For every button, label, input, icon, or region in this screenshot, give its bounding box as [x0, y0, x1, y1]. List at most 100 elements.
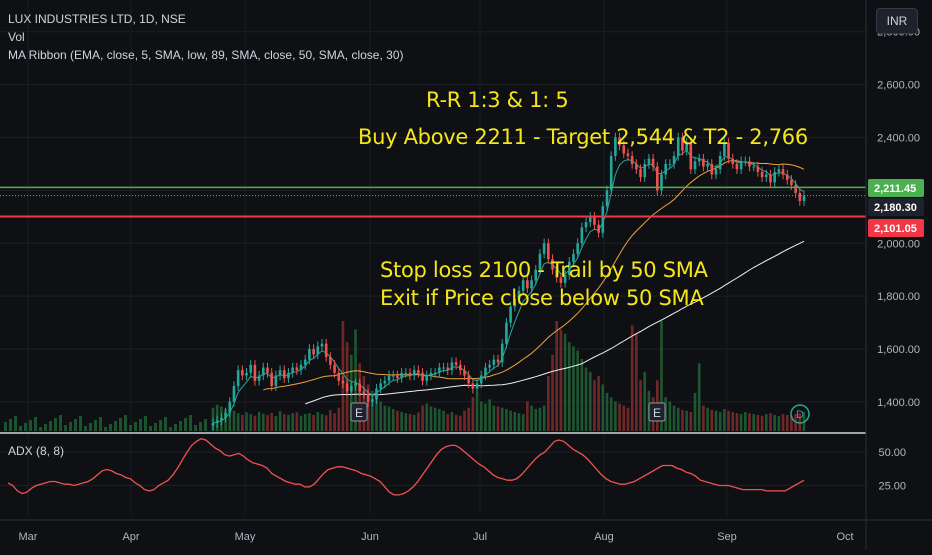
volume-bar	[563, 333, 567, 431]
candle-body	[702, 158, 705, 167]
candle-body	[463, 370, 466, 376]
candle-body	[601, 206, 605, 233]
volume-bar	[149, 426, 152, 431]
candle-body	[790, 179, 793, 186]
candle-body	[693, 161, 697, 170]
candle-body	[270, 372, 273, 387]
volume-bar	[54, 418, 57, 431]
candle-body	[471, 383, 475, 389]
candle-body	[597, 224, 600, 233]
volume-bar	[24, 423, 27, 431]
volume-legend[interactable]: Vol	[8, 28, 404, 46]
time-tick-label: Sep	[717, 531, 737, 543]
candle-body	[484, 367, 487, 376]
candle-body	[752, 166, 756, 168]
volume-bar	[379, 401, 382, 431]
volume-bar	[467, 407, 470, 431]
time-tick-label: Apr	[122, 531, 139, 543]
symbol-title[interactable]: LUX INDUSTRIES LTD, 1D, NSE	[8, 10, 404, 28]
volume-bar	[274, 416, 278, 431]
candle-body	[291, 367, 294, 373]
candle-body	[366, 393, 370, 402]
candle-body	[588, 216, 592, 223]
volume-bar	[614, 401, 617, 431]
volume-bar	[425, 403, 429, 431]
candle-body	[731, 158, 735, 164]
candle-body	[492, 359, 496, 365]
volume-bar	[471, 397, 475, 431]
candle-body	[287, 372, 290, 379]
candle-body	[718, 156, 722, 170]
candle-body	[584, 222, 588, 228]
candle-body	[739, 161, 743, 170]
price-tick-label: 2,400.00	[877, 132, 920, 144]
volume-bar	[89, 423, 92, 431]
candle-body	[308, 349, 311, 360]
candle-body	[375, 388, 378, 400]
candle-body	[668, 163, 672, 165]
volume-bar	[169, 427, 172, 431]
candle-body	[454, 362, 458, 365]
candle-body	[232, 386, 236, 402]
candle-body	[773, 171, 776, 183]
volume-bar	[139, 419, 142, 431]
ma-ribbon-legend[interactable]: MA Ribbon (EMA, close, 5, SMA, low, 89, …	[8, 46, 404, 64]
volume-bar	[236, 413, 240, 431]
candle-body	[777, 169, 781, 172]
volume-bar	[538, 407, 542, 431]
volume-bar	[391, 409, 395, 431]
volume-bar	[521, 414, 525, 431]
adx-legend[interactable]: ADX (8, 8)	[8, 444, 64, 458]
dividend-marker-label: D	[796, 409, 804, 421]
volume-bar	[706, 407, 709, 431]
volume-bar	[261, 413, 265, 431]
candle-body	[329, 356, 332, 365]
price-tick-label: 1,400.00	[877, 397, 920, 409]
volume-bar	[184, 418, 187, 431]
currency-button[interactable]: INR	[876, 8, 918, 34]
candle-body	[379, 383, 382, 389]
candle-body	[215, 420, 219, 424]
volume-bar	[500, 407, 504, 431]
volume-bar	[387, 406, 391, 431]
candle-body	[479, 375, 483, 384]
price-tick-label: 1,800.00	[877, 291, 920, 303]
volume-bar	[39, 427, 42, 431]
candle-body	[714, 169, 718, 175]
volume-bar	[484, 403, 487, 431]
earnings-marker-label: E	[355, 406, 363, 420]
candle-body	[781, 169, 785, 175]
candle-body	[266, 367, 269, 373]
candle-body	[274, 375, 278, 387]
price-tick-label: 2,000.00	[877, 238, 920, 250]
candle-body	[697, 158, 701, 162]
candle-body	[547, 243, 550, 260]
price-tick-label: 1,600.00	[877, 344, 920, 356]
candle-body	[383, 380, 387, 384]
candle-body	[241, 370, 244, 376]
volume-bar	[14, 416, 17, 431]
buy-annotation: Buy Above 2211 - Target 2,544 & T2 - 2,7…	[358, 125, 808, 149]
candle-body	[345, 383, 349, 392]
volume-bar	[383, 405, 387, 431]
volume-bar	[530, 405, 533, 431]
volume-bar	[626, 407, 630, 431]
volume-bar	[299, 415, 303, 431]
volume-bar	[421, 405, 424, 431]
volume-bar	[154, 423, 157, 431]
candle-body	[245, 372, 248, 376]
volume-bar	[744, 411, 747, 431]
candle-body	[412, 370, 416, 376]
volume-bar	[312, 414, 315, 431]
volume-bar	[189, 415, 192, 431]
volume-bar	[748, 413, 751, 431]
volume-bar	[179, 421, 182, 431]
candle-body	[257, 375, 261, 381]
volume-bar	[174, 424, 177, 431]
candle-body	[748, 161, 751, 167]
candle-body	[710, 163, 714, 175]
volume-bar	[442, 410, 445, 431]
volume-bar	[241, 414, 244, 431]
candle-body	[630, 156, 634, 164]
candle-body	[626, 153, 630, 157]
